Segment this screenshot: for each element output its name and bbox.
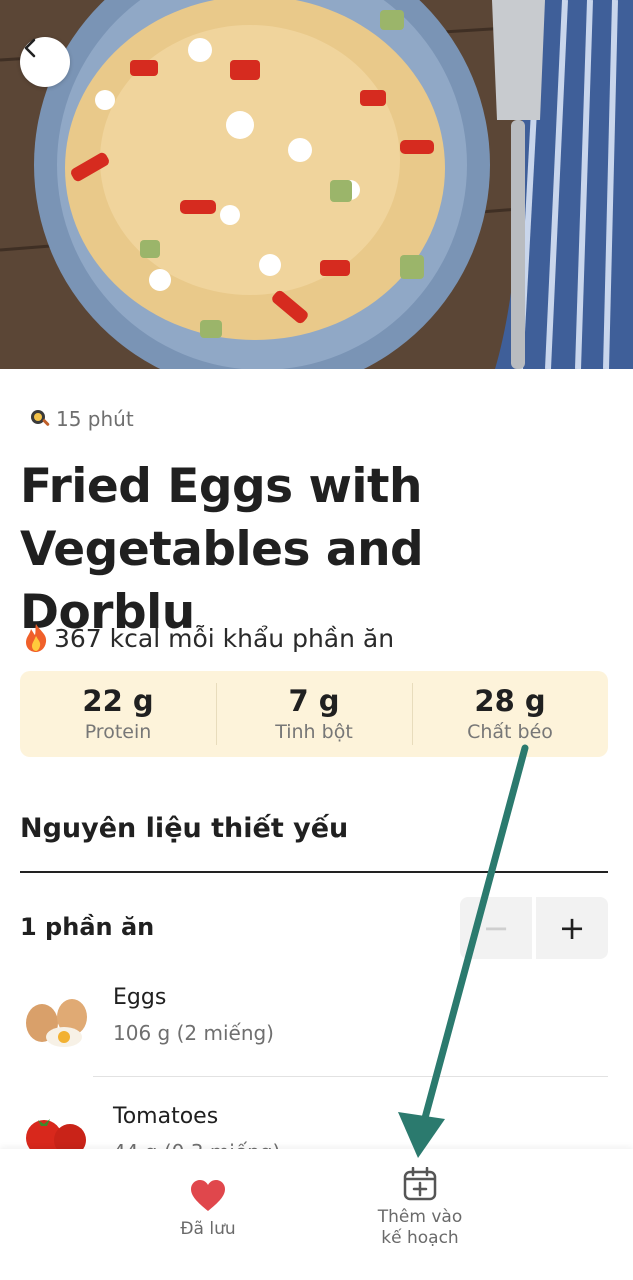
add-to-plan-tab[interactable]: Thêm vào kế hoạch — [360, 1167, 480, 1251]
ingredient-amount: 106 g (2 miếng) — [113, 1021, 274, 1045]
macro-protein: 22 g Protein — [20, 671, 216, 757]
macro-label: Chất béo — [467, 721, 553, 743]
servings-stepper: − + — [460, 897, 608, 959]
bottom-action-bar: Đã lưu Thêm vào kế hoạch — [0, 1149, 633, 1280]
back-button[interactable] — [20, 37, 70, 87]
macro-value: 7 g — [288, 684, 340, 718]
recipe-title: Fried Eggs with Vegetables and Dorblu — [20, 459, 424, 640]
eggs-image — [26, 999, 87, 1047]
macros-panel: 22 g Protein 7 g Tinh bột 28 g Chất béo — [20, 671, 608, 757]
saved-label: Đã lưu — [180, 1219, 236, 1239]
calories-row: 367 kcal mỗi khẩu phần ăn — [22, 623, 394, 653]
ingredient-name: Tomatoes — [113, 1104, 219, 1129]
macro-carbs: 7 g Tinh bột — [216, 671, 412, 757]
calendar-plus-icon — [403, 1167, 437, 1201]
macro-label: Tinh bột — [275, 721, 353, 743]
back-arrow-icon — [24, 38, 36, 58]
section-divider — [20, 871, 608, 873]
heart-icon — [191, 1180, 225, 1211]
frying-pan-icon — [31, 410, 50, 426]
servings-label: 1 phần ăn — [20, 913, 155, 941]
ingredient-divider — [93, 1076, 608, 1077]
ingredient-item[interactable]: Eggs 106 g (2 miếng) — [20, 985, 608, 1085]
saved-tab[interactable]: Đã lưu — [158, 1179, 258, 1242]
macro-label: Protein — [84, 721, 152, 743]
cook-time-text: 15 phút — [56, 407, 134, 431]
macro-value: 28 g — [474, 684, 546, 718]
recipe-photo — [0, 0, 633, 369]
ingredients-title: Nguyên liệu thiết yếu — [20, 813, 349, 844]
ingredient-name: Eggs — [113, 985, 167, 1010]
macro-value: 22 g — [82, 684, 154, 718]
servings-row: 1 phần ăn − + — [20, 897, 608, 959]
fire-icon — [26, 624, 47, 652]
plan-label-line2: kế hoạch — [381, 1228, 459, 1248]
macro-fat: 28 g Chất béo — [412, 671, 608, 757]
decrease-servings-button[interactable]: − — [460, 897, 532, 959]
calories-text: 367 kcal mỗi khẩu phần ăn — [54, 623, 395, 653]
cook-time: 15 phút — [30, 407, 134, 431]
increase-servings-button[interactable]: + — [536, 897, 608, 959]
